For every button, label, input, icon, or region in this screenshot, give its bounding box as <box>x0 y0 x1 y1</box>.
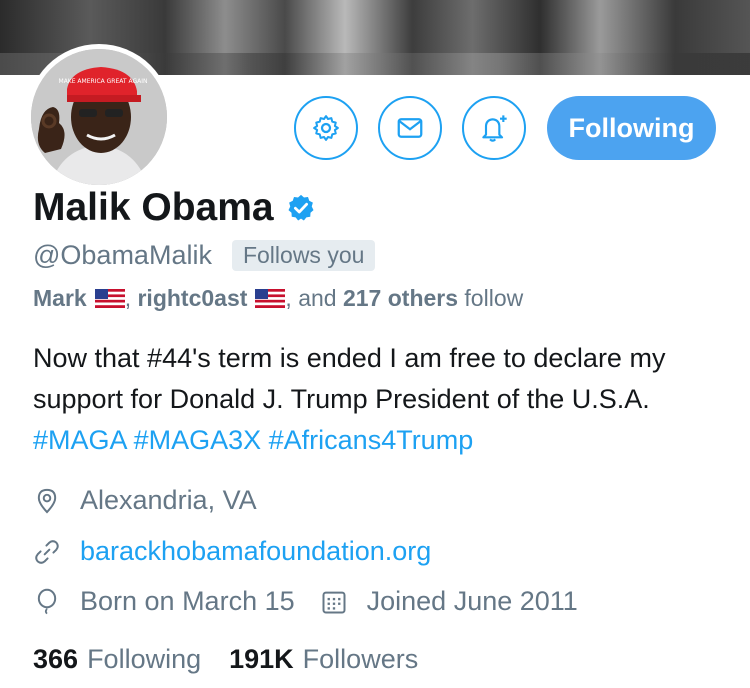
hashtag-maga3x[interactable]: #MAGA3X <box>134 425 262 455</box>
settings-button[interactable] <box>294 96 358 160</box>
profile-name-row: Malik Obama <box>33 186 316 230</box>
following-count: 366 <box>33 644 79 674</box>
location-pin-icon <box>37 488 57 514</box>
followers-stat[interactable]: 191K Followers <box>229 644 418 675</box>
balloon-icon <box>37 588 57 614</box>
calendar-icon <box>322 591 346 613</box>
hashtag-maga[interactable]: #MAGA <box>33 425 126 455</box>
profile-actions: Following <box>0 96 750 160</box>
following-button[interactable]: Following <box>547 96 716 160</box>
following-label: Following <box>87 644 202 674</box>
sep-comma: , <box>124 285 138 311</box>
profile-location: Alexandria, VA <box>33 485 257 516</box>
follows-you-badge: Follows you <box>231 240 376 271</box>
following-stat[interactable]: 366 Following <box>33 644 201 675</box>
location-text: Alexandria, VA <box>80 485 257 515</box>
profile-bio: Now that #44's term is ended I am free t… <box>33 338 723 461</box>
profile-birthday-joined: Born on March 15 Joined June 2011 <box>33 586 578 617</box>
profile-handle[interactable]: @ObamaMalik <box>33 240 212 271</box>
link-icon <box>35 539 59 564</box>
joined-text: Joined June 2011 <box>366 586 578 616</box>
followers-count: 191K <box>229 644 294 674</box>
hashtag-africans4trump[interactable]: #Africans4Trump <box>269 425 474 455</box>
social-middle-text: , and <box>285 285 343 311</box>
us-flag-icon <box>255 289 286 308</box>
bell-plus-icon <box>482 115 507 142</box>
known-followers-others[interactable]: 217 others <box>343 285 458 311</box>
profile-stats: 366 Following 191K Followers <box>33 644 446 675</box>
us-flag-icon <box>94 289 125 308</box>
birthday-text: Born on March 15 <box>80 586 295 616</box>
envelope-icon <box>397 118 423 138</box>
website-link[interactable]: barackhobamafoundation.org <box>80 536 431 567</box>
message-button[interactable] <box>378 96 442 160</box>
known-follower-2[interactable]: rightc0ast <box>137 285 247 311</box>
known-follower-1[interactable]: Mark <box>33 285 87 311</box>
followers-label: Followers <box>302 644 419 674</box>
profile-handle-row: @ObamaMalik Follows you <box>33 240 376 271</box>
hat-text: MAKE AMERICA GREAT AGAIN <box>59 78 148 85</box>
followers-you-know[interactable]: Mark, rightc0ast , and 217 others follow <box>33 285 523 312</box>
notifications-button[interactable] <box>462 96 526 160</box>
profile-website: barackhobamafoundation.org <box>33 536 431 567</box>
verified-badge-icon <box>288 194 314 221</box>
profile-name: Malik Obama <box>33 186 274 229</box>
social-suffix-text: follow <box>458 285 524 311</box>
bio-text: Now that #44's term is ended I am free t… <box>33 343 666 414</box>
gear-icon <box>313 115 339 141</box>
